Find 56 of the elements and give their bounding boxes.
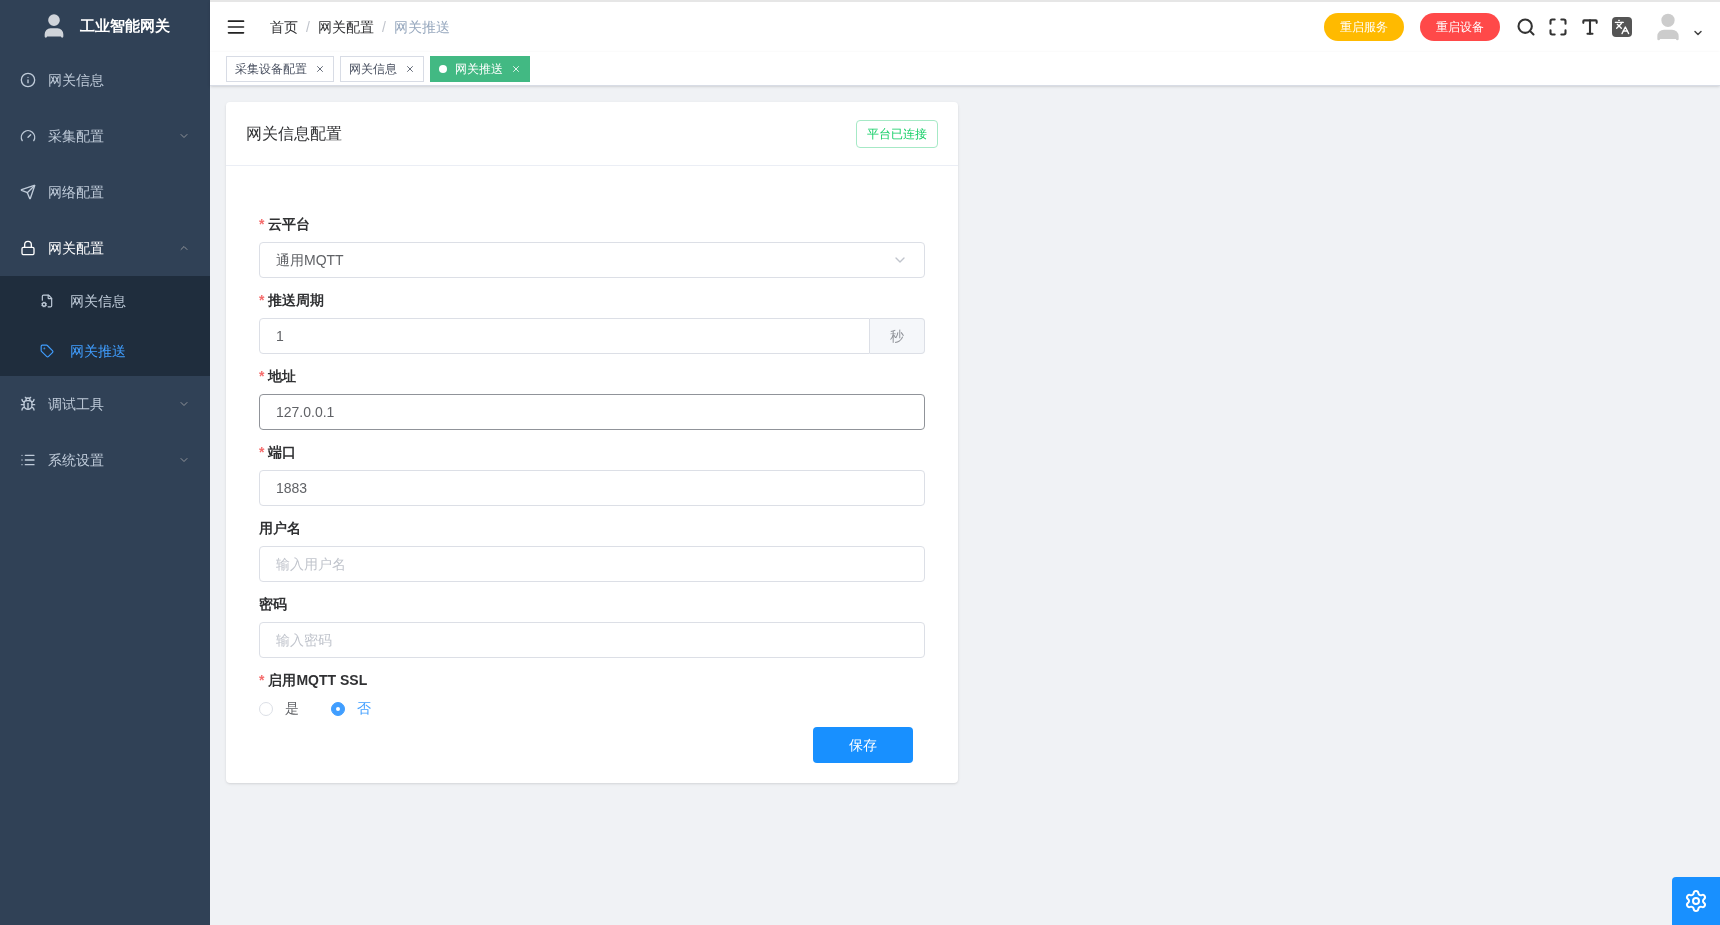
submenu-item[interactable]: 网关推送 xyxy=(0,326,210,376)
field-label: 地址 xyxy=(268,366,297,386)
radio-option[interactable]: 是 xyxy=(259,698,299,719)
menu-item[interactable]: 网络配置 xyxy=(0,164,210,220)
input-field[interactable]: 1 xyxy=(259,318,870,354)
field-label: 启用MQTT SSL xyxy=(268,670,368,690)
select-field[interactable]: 通用MQTT xyxy=(259,242,925,278)
close-icon[interactable] xyxy=(315,63,325,74)
input-field[interactable]: 127.0.0.1 xyxy=(259,394,925,430)
input-field[interactable]: 输入密码 xyxy=(259,622,925,658)
menu-icon xyxy=(20,396,36,412)
field-label: 密码 xyxy=(259,594,287,614)
submenu-icon xyxy=(40,344,54,358)
settings-button[interactable] xyxy=(1672,877,1720,925)
field-label: 端口 xyxy=(268,442,297,462)
menu-item[interactable]: 采集配置 xyxy=(0,108,210,164)
submenu-item[interactable]: 网关信息 xyxy=(0,276,210,326)
breadcrumb-separator: / xyxy=(306,17,310,37)
required-mark: * xyxy=(259,214,265,234)
required-mark: * xyxy=(259,442,265,462)
language-icon[interactable] xyxy=(1612,17,1632,37)
required-mark: * xyxy=(259,670,265,690)
submenu-icon xyxy=(40,294,54,308)
unit-addon: 秒 xyxy=(870,318,925,354)
menu-icon xyxy=(20,452,36,468)
field-label: 用户名 xyxy=(259,518,301,538)
tag-tab[interactable]: 网关信息 xyxy=(340,55,424,82)
menu-icon xyxy=(20,240,36,256)
menu-item[interactable]: 系统设置 xyxy=(0,432,210,488)
menu-item[interactable]: 网关信息 xyxy=(0,52,210,108)
app-title: 工业智能网关 xyxy=(80,15,170,36)
restart-button[interactable]: 重启设备 xyxy=(1420,13,1500,41)
card-title: 网关信息配置 xyxy=(246,123,342,144)
required-mark: * xyxy=(259,290,265,310)
breadcrumb-item[interactable]: 网关配置 xyxy=(317,16,374,38)
settings-icon xyxy=(1684,889,1708,913)
status-tag: 平台已连接 xyxy=(856,119,938,148)
menu-icon xyxy=(20,72,36,88)
menu-icon xyxy=(20,128,36,144)
breadcrumb-separator: / xyxy=(381,17,386,37)
close-icon[interactable] xyxy=(405,63,415,74)
menu-item[interactable]: 调试工具 xyxy=(0,376,210,432)
font-size-icon[interactable] xyxy=(1580,17,1600,37)
menu-item[interactable]: 网关配置 xyxy=(0,220,210,276)
field-label: 云平台 xyxy=(268,214,311,234)
field-label: 推送周期 xyxy=(268,290,325,310)
breadcrumb-item[interactable]: 首页 xyxy=(270,16,298,38)
input-field[interactable]: 1883 xyxy=(259,470,925,506)
fullscreen-icon[interactable] xyxy=(1548,17,1568,37)
menu-icon xyxy=(20,184,36,200)
search-icon[interactable] xyxy=(1516,17,1536,37)
input-field[interactable]: 输入用户名 xyxy=(259,546,925,582)
menu-toggle-icon[interactable] xyxy=(226,17,246,37)
tag-tab[interactable]: 采集设备配置 xyxy=(226,55,334,82)
breadcrumb-item: 网关推送 xyxy=(393,17,450,37)
required-mark: * xyxy=(259,366,265,386)
